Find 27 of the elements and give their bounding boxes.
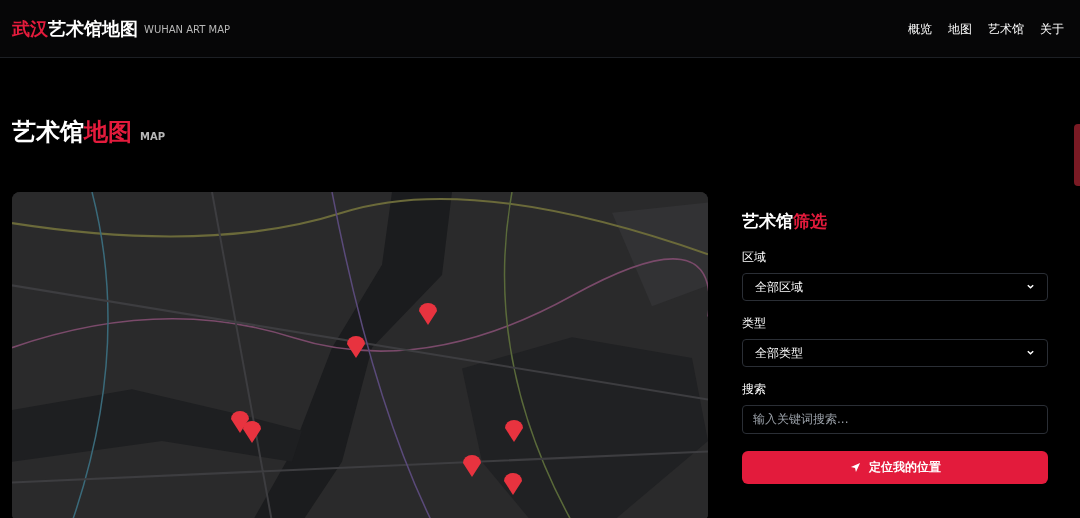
field-label: 搜索 <box>742 380 767 398</box>
map-pin-icon[interactable] <box>460 452 484 478</box>
field-label: 类型 <box>742 314 767 332</box>
scrollbar-thumb[interactable] <box>1074 124 1080 186</box>
chevron-down-icon <box>1026 348 1035 357</box>
map-pin-icon[interactable] <box>502 417 526 443</box>
nav-link[interactable]: 概览 <box>908 19 932 38</box>
field-label: 区域 <box>742 248 767 266</box>
nav-link[interactable]: 关于 <box>1040 19 1064 38</box>
site-logo: 武汉艺术馆地图 <box>12 17 138 41</box>
section-tag: MAP <box>140 129 166 144</box>
section-title: 艺术馆地图 <box>12 120 132 144</box>
map-pin-icon[interactable] <box>344 333 368 359</box>
filter-title: 艺术馆筛选 <box>742 210 828 233</box>
chevron-down-icon <box>1026 282 1035 291</box>
search-field[interactable]: 输入关键词搜索... <box>742 404 1048 434</box>
navigation-arrow-icon <box>849 461 861 473</box>
nav-link[interactable]: 地图 <box>948 19 972 38</box>
map-pin-icon[interactable] <box>240 418 264 444</box>
dropdown[interactable]: 全部区域 <box>742 272 1048 301</box>
map-pin-icon[interactable] <box>501 470 525 496</box>
map-pin-icon[interactable] <box>228 408 252 434</box>
dropdown[interactable]: 全部类型 <box>742 338 1048 367</box>
site-subtitle: WUHAN ART MAP <box>144 23 231 37</box>
locate-button[interactable]: 定位我的位置 <box>742 450 1048 484</box>
map-pin-icon[interactable] <box>416 300 440 326</box>
nav-link[interactable]: 艺术馆 <box>988 19 1024 38</box>
